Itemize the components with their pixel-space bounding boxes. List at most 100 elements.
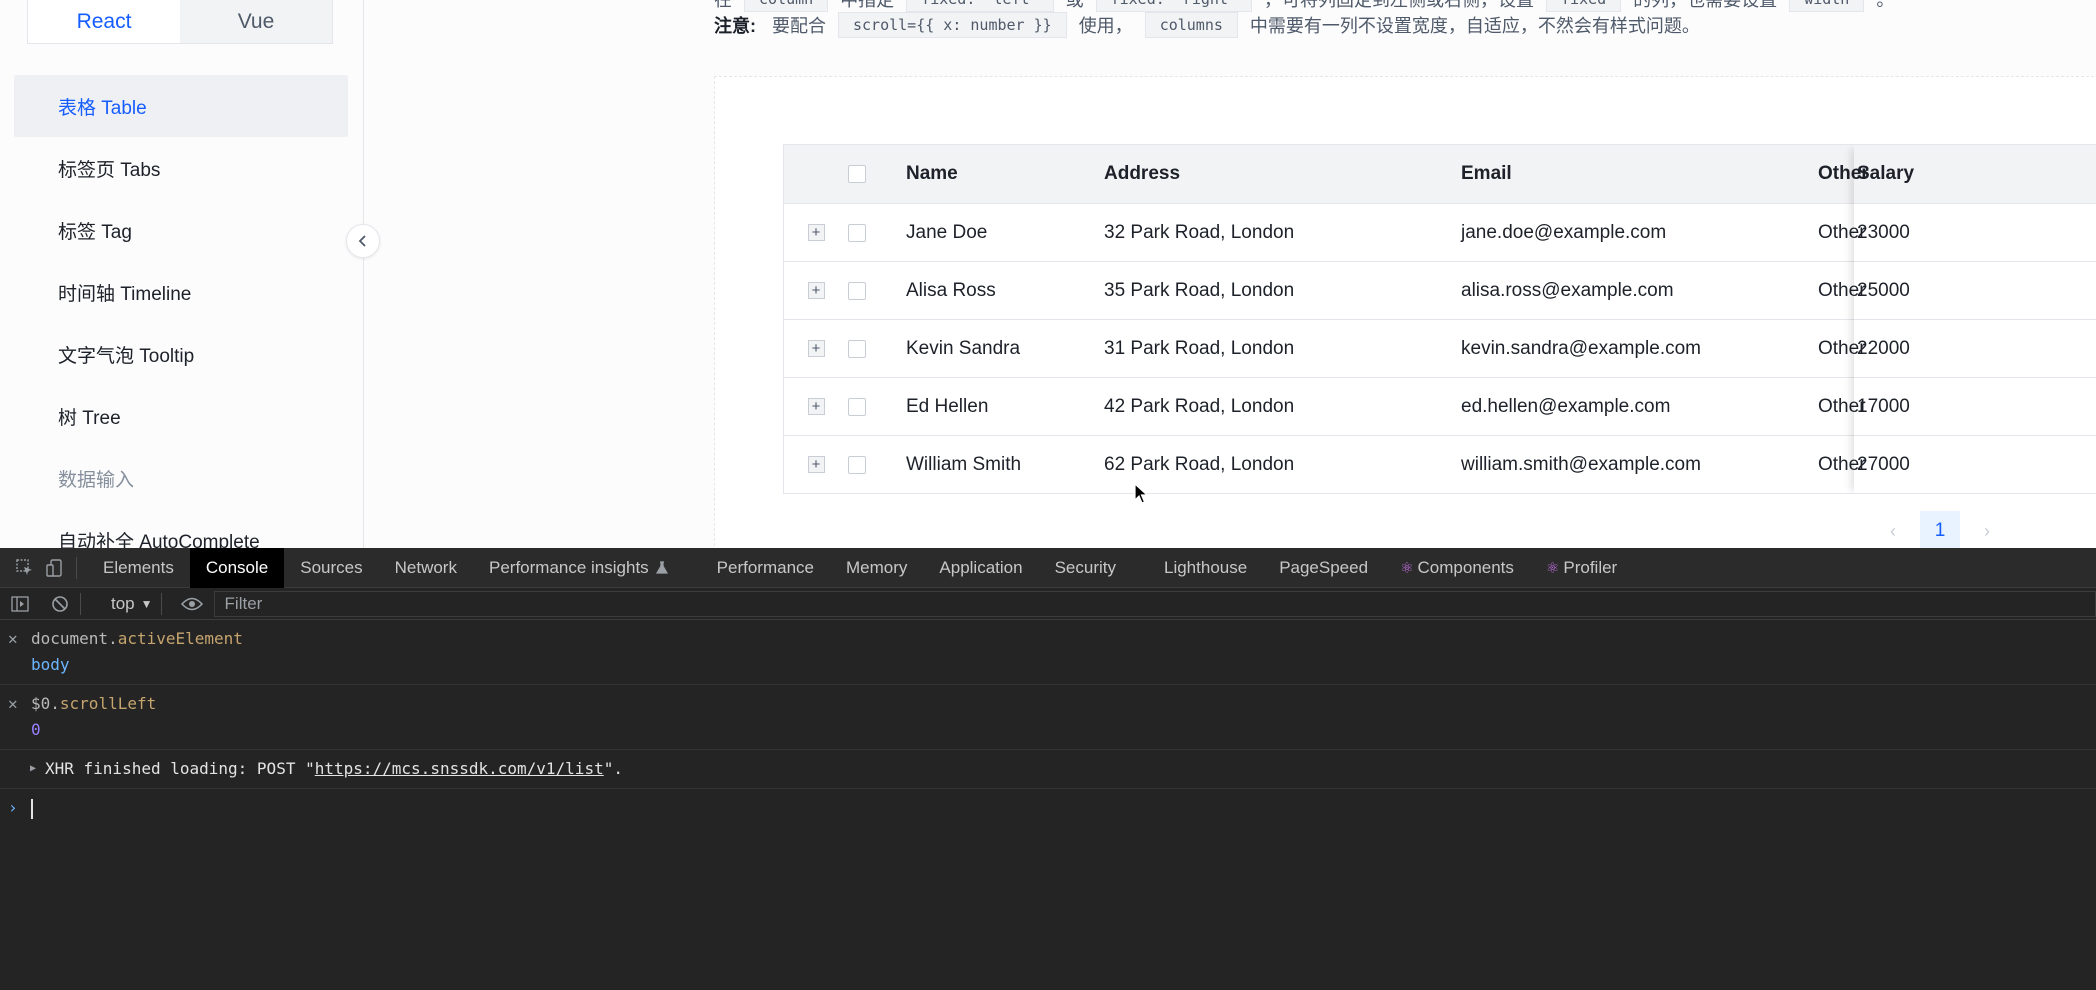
row-checkbox[interactable] bbox=[848, 339, 866, 358]
column-header-name[interactable]: Name bbox=[906, 163, 1104, 185]
expression-object: $0. bbox=[31, 694, 60, 713]
table-header: Name Address Email Other Salary bbox=[784, 145, 2096, 204]
expand-row-icon[interactable]: + bbox=[807, 456, 825, 473]
sidebar-item-tree[interactable]: 树 Tree bbox=[14, 385, 348, 447]
devtools-tab-memory[interactable]: Memory bbox=[830, 548, 923, 588]
devtools-tab-console[interactable]: Console bbox=[189, 547, 285, 588]
expand-row-icon[interactable]: + bbox=[807, 340, 825, 357]
main-content: 在 column 中指定 fixed: 'left' 或 fixed: 'rig… bbox=[365, 0, 2096, 548]
row-checkbox[interactable] bbox=[848, 397, 866, 416]
text-caret bbox=[31, 798, 33, 819]
devtools-tab-lighthouse[interactable]: Lighthouse bbox=[1148, 548, 1263, 588]
expand-triangle-icon[interactable]: ▶ bbox=[30, 756, 36, 782]
desc-text: 在 bbox=[714, 0, 732, 10]
sidebar-toggle-icon[interactable] bbox=[8, 592, 32, 616]
table-row[interactable]: + Kevin Sandra 31 Park Road, London kevi… bbox=[784, 320, 2096, 378]
row-checkbox[interactable] bbox=[848, 223, 866, 242]
console-entry: ✕ document.activeElement body bbox=[0, 620, 2096, 685]
cell-email: ed.hellen@example.com bbox=[1461, 395, 1671, 417]
tab-label: Performance insights bbox=[488, 557, 649, 577]
devtools-tab-components[interactable]: ⚛ Components bbox=[1384, 548, 1530, 588]
device-toolbar-icon[interactable] bbox=[42, 555, 68, 581]
cell-salary: 27000 bbox=[1857, 453, 1910, 475]
expand-row-icon[interactable]: + bbox=[807, 282, 825, 299]
desc-text: 的列，也需要设置 bbox=[1633, 0, 1778, 10]
devtools-tab-elements[interactable]: Elements bbox=[87, 548, 190, 588]
framework-tab-react[interactable]: React bbox=[28, 0, 180, 43]
context-selector[interactable]: top ▼ bbox=[111, 594, 153, 614]
pagination-prev-button[interactable]: ‹ bbox=[1890, 521, 1896, 542]
select-all-checkbox[interactable] bbox=[848, 165, 866, 183]
table-row[interactable]: + Alisa Ross 35 Park Road, London alisa.… bbox=[784, 262, 2096, 320]
clear-console-icon[interactable] bbox=[48, 592, 72, 616]
console-filter-input[interactable]: Filter bbox=[213, 590, 2096, 617]
console-prompt[interactable]: › bbox=[0, 789, 2096, 827]
data-table: Name Address Email Other Salary + Jane D… bbox=[783, 144, 2096, 494]
pagination-next-button[interactable]: › bbox=[1984, 521, 1990, 542]
cell-name: Ed Hellen bbox=[906, 395, 989, 417]
prompt-chevron-icon: › bbox=[8, 798, 18, 817]
xhr-url-link[interactable]: https://mcs.snssdk.com/v1/list bbox=[315, 759, 604, 778]
sidebar-group-data-input: 数据输入 bbox=[58, 469, 135, 491]
react-icon: ⚛ bbox=[1545, 559, 1560, 577]
devtools-tab-performance-insights[interactable]: Performance insights bbox=[473, 548, 685, 588]
expand-row-icon[interactable]: + bbox=[807, 398, 825, 415]
expression-property: scrollLeft bbox=[59, 694, 157, 713]
sidebar: React Vue 表格 Table 标签页 Tabs 标签 Tag 时间轴 T… bbox=[0, 0, 364, 548]
column-header-email[interactable]: Email bbox=[1461, 163, 1818, 185]
pagination: ‹ 1 › bbox=[1890, 511, 1990, 548]
mouse-cursor-icon bbox=[1134, 483, 1148, 504]
row-checkbox[interactable] bbox=[848, 281, 866, 300]
devtools-tab-bar: Elements Console Sources Network Perform… bbox=[0, 547, 2096, 588]
remove-expression-icon[interactable]: ✕ bbox=[8, 626, 18, 652]
desc-text: 。 bbox=[1876, 0, 1895, 10]
sidebar-item-table[interactable]: 表格 Table bbox=[14, 75, 348, 137]
cell-salary: 25000 bbox=[1857, 279, 1910, 301]
expression-result[interactable]: body bbox=[31, 652, 2096, 678]
table-row[interactable]: + Jane Doe 32 Park Road, London jane.doe… bbox=[784, 204, 2096, 262]
sidebar-item-tag[interactable]: 标签 Tag bbox=[14, 199, 348, 261]
devtools-tab-application[interactable]: Application bbox=[923, 548, 1038, 588]
cell-name: Jane Doe bbox=[906, 221, 988, 243]
sidebar-item-tooltip[interactable]: 文字气泡 Tooltip bbox=[14, 323, 348, 385]
desc-text: 中需要有一列不设置宽度，自适应，不然会有样式问题。 bbox=[1249, 16, 1700, 36]
context-label: top bbox=[111, 593, 135, 613]
devtools-tab-pagespeed[interactable]: PageSpeed bbox=[1263, 548, 1384, 588]
row-checkbox[interactable] bbox=[848, 455, 866, 474]
inline-code: width bbox=[1789, 0, 1865, 12]
console-toolbar: top ▼ Filter bbox=[0, 588, 2096, 620]
flask-icon bbox=[655, 560, 668, 574]
framework-tab-vue[interactable]: Vue bbox=[180, 0, 332, 43]
live-expression-eye-icon[interactable] bbox=[180, 592, 204, 616]
sidebar-item-tabs[interactable]: 标签页 Tabs bbox=[14, 137, 348, 199]
expand-row-icon[interactable]: + bbox=[807, 224, 825, 241]
cell-name: Alisa Ross bbox=[906, 279, 996, 301]
pagination-page-1[interactable]: 1 bbox=[1920, 511, 1960, 548]
table-row[interactable]: + William Smith 62 Park Road, London wil… bbox=[784, 436, 2096, 493]
remove-expression-icon[interactable]: ✕ bbox=[8, 691, 18, 717]
xhr-prefix: XHR finished loading: POST " bbox=[45, 759, 315, 778]
devtools-tab-sources[interactable]: Sources bbox=[284, 548, 378, 588]
inline-code: scroll={{ x: number }} bbox=[838, 12, 1067, 38]
inline-code: fixed bbox=[1546, 0, 1622, 12]
column-header-salary[interactable]: Salary bbox=[1857, 163, 2027, 185]
devtools-tab-performance[interactable]: Performance bbox=[701, 548, 830, 588]
cell-salary: 23000 bbox=[1857, 221, 1910, 243]
devtools-tab-security[interactable]: Security bbox=[1039, 548, 1132, 588]
inline-code: columns bbox=[1144, 12, 1238, 38]
react-icon: ⚛ bbox=[1400, 559, 1414, 577]
expression-result: 0 bbox=[31, 720, 41, 739]
cell-address: 62 Park Road, London bbox=[1104, 453, 1295, 475]
desc-text: 使用， bbox=[1078, 16, 1133, 36]
desc-text: 中指定 bbox=[840, 0, 895, 10]
devtools-tab-network[interactable]: Network bbox=[379, 548, 473, 588]
column-header-address[interactable]: Address bbox=[1104, 163, 1461, 185]
cell-name: Kevin Sandra bbox=[906, 337, 1021, 359]
description-line-2: 注意: 要配合 scroll={{ x: number }} 使用， colum… bbox=[714, 12, 1700, 38]
inline-code: fixed: 'left' bbox=[906, 0, 1054, 12]
devtools-tab-profiler[interactable]: ⚛ Profiler bbox=[1530, 548, 1633, 588]
sidebar-item-autocomplete[interactable]: 自动补全 AutoComplete bbox=[14, 509, 348, 549]
inspect-element-icon[interactable] bbox=[12, 555, 38, 581]
table-row[interactable]: + Ed Hellen 42 Park Road, London ed.hell… bbox=[784, 378, 2096, 436]
sidebar-item-timeline[interactable]: 时间轴 Timeline bbox=[14, 261, 348, 323]
